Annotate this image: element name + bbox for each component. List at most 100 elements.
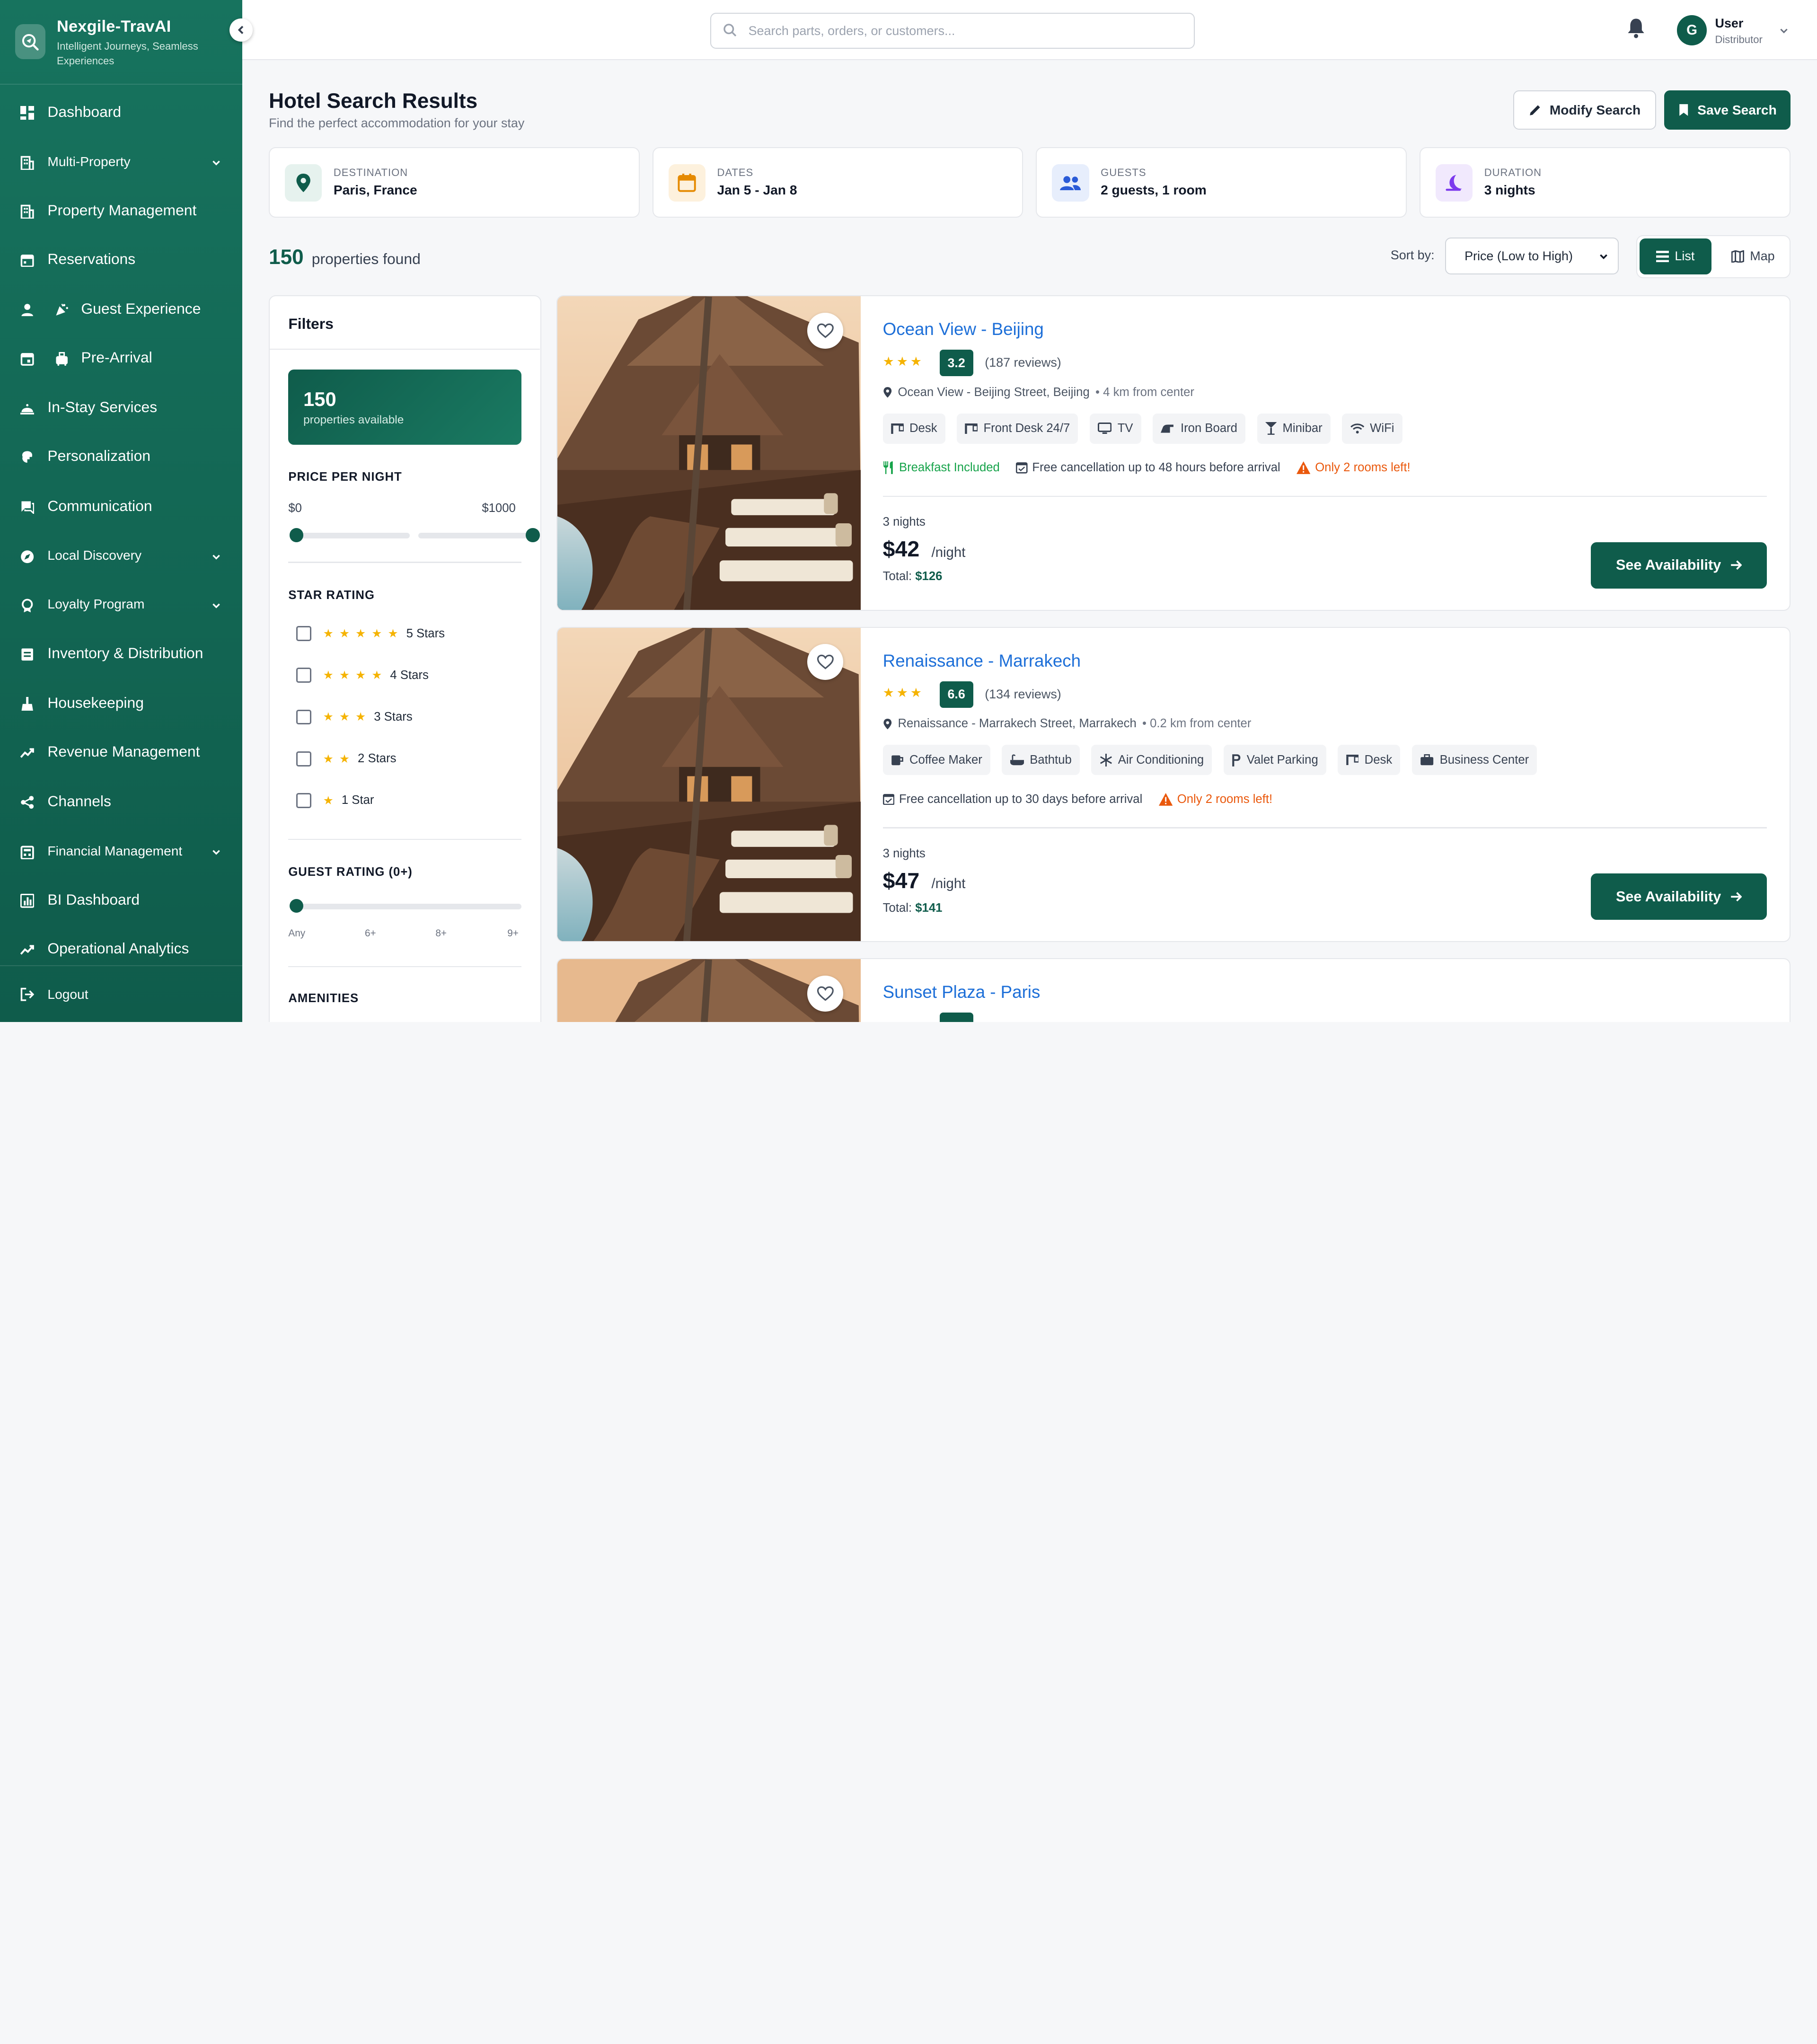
- price-slider-min-thumb[interactable]: [289, 528, 304, 542]
- sidebar-item-financial-management[interactable]: Financial Management: [0, 832, 242, 871]
- favorite-button[interactable]: [807, 975, 844, 1012]
- price-slider-track-max[interactable]: [418, 533, 533, 539]
- calendar-check-icon: [1016, 462, 1028, 474]
- user-name[interactable]: User: [1715, 16, 1744, 31]
- star-option-4[interactable]: ★★★★ 4 Stars: [296, 666, 429, 685]
- price-slider-track-min[interactable]: [291, 533, 410, 539]
- bathtub-icon: [1010, 754, 1024, 766]
- sidebar-item-pre-arrival[interactable]: Pre-Arrival: [0, 338, 242, 378]
- dates-label: DATES: [717, 167, 754, 179]
- share-icon: [20, 795, 35, 810]
- brand-name: Nexgile-TravAI: [57, 17, 171, 35]
- amenity-tag: Business Center: [1411, 745, 1537, 775]
- star-option-5[interactable]: ★★★★★ 5 Stars: [296, 625, 445, 643]
- service-bell-icon: [20, 401, 35, 416]
- hotel-address: Ocean View - Beijing Street, Beijing • 4…: [883, 386, 1194, 399]
- save-search-label: Save Search: [1697, 102, 1777, 117]
- sidebar-item-label: Property Management: [47, 202, 197, 219]
- list-view-button[interactable]: List: [1639, 238, 1711, 274]
- chevron-down-icon: [212, 555, 220, 560]
- hotel-card[interactable]: Renaissance - Marrakech ★★★ 6.6 (134 rev…: [556, 626, 1791, 943]
- scarcity-label: Only 2 rooms left!: [1315, 461, 1411, 475]
- guest-rating-slider-track[interactable]: [291, 903, 521, 909]
- hotel-card[interactable]: Ocean View - Beijing ★★★ 3.2 (187 review…: [556, 295, 1791, 611]
- sidebar-item-bi-dashboard[interactable]: BI Dashboard: [0, 881, 242, 920]
- checkbox[interactable]: [296, 626, 312, 642]
- hotel-name[interactable]: Ocean View - Beijing: [883, 319, 1044, 339]
- global-search[interactable]: [710, 12, 1195, 49]
- see-availability-label: See Availability: [1615, 888, 1721, 905]
- sidebar-item-label: Channels: [47, 793, 111, 810]
- chevron-down-icon[interactable]: [1779, 26, 1789, 36]
- notification-bell-icon[interactable]: [1627, 18, 1645, 38]
- sidebar-item-property-management[interactable]: Property Management: [0, 191, 242, 230]
- inventory-icon: [20, 647, 35, 662]
- sort-select[interactable]: Price (Low to High): [1445, 238, 1619, 275]
- sidebar-item-dashboard[interactable]: Dashboard: [0, 93, 242, 132]
- guest-rating-tick: 8+: [435, 928, 447, 939]
- hotel-name[interactable]: Sunset Plaza - Paris: [883, 982, 1041, 1002]
- review-count: (134 reviews): [985, 687, 1061, 701]
- save-search-button[interactable]: Save Search: [1664, 90, 1791, 130]
- trend-icon: [20, 745, 35, 760]
- guests-value: 2 guests, 1 room: [1101, 183, 1207, 198]
- favorite-button[interactable]: [807, 312, 844, 349]
- sidebar-item-personalization[interactable]: Personalization: [0, 437, 242, 476]
- checkbox[interactable]: [296, 668, 312, 683]
- amenity-label: WiFi: [1370, 422, 1394, 435]
- see-availability-button[interactable]: See Availability: [1591, 873, 1767, 920]
- sidebar-item-housekeeping[interactable]: Housekeeping: [0, 684, 242, 723]
- price-slider-max-thumb[interactable]: [526, 528, 540, 542]
- sidebar-item-reservations[interactable]: Reservations: [0, 240, 242, 279]
- price-filter-title: PRICE PER NIGHT: [288, 470, 402, 484]
- sidebar-collapse-button[interactable]: [229, 18, 253, 42]
- hotel-stars-icon: ★★★: [882, 354, 924, 369]
- guest-rating-slider-thumb[interactable]: [289, 899, 304, 913]
- sidebar-item-inventory-distribution[interactable]: Inventory & Distribution: [0, 634, 242, 673]
- cocktail-icon: [1265, 422, 1277, 435]
- avatar[interactable]: G: [1676, 15, 1707, 45]
- divider: [882, 495, 1767, 497]
- star-option-3[interactable]: ★★★ 3 Stars: [296, 708, 413, 726]
- sidebar-item-label: Reservations: [47, 250, 136, 267]
- sidebar-item-loyalty-program[interactable]: Loyalty Program: [0, 585, 242, 625]
- sidebar-item-local-discovery[interactable]: Local Discovery: [0, 537, 242, 576]
- sidebar-item-revenue-management[interactable]: Revenue Management: [0, 732, 242, 772]
- destination-card: DESTINATION Paris, France: [269, 147, 640, 218]
- dates-value: Jan 5 - Jan 8: [717, 183, 797, 198]
- hotel-name[interactable]: Renaissance - Marrakech: [883, 651, 1081, 671]
- modify-search-button[interactable]: Modify Search: [1513, 90, 1656, 130]
- star-option-2[interactable]: ★★ 2 Stars: [296, 749, 396, 768]
- sort-selected-value: Price (Low to High): [1464, 249, 1573, 264]
- star-option-1[interactable]: ★ 1 Star: [296, 791, 374, 810]
- map-icon: [1731, 250, 1745, 263]
- search-input[interactable]: [748, 20, 1177, 42]
- amenities-list: Coffee Maker Bathtub Air Conditioning Va…: [882, 745, 1537, 775]
- favorite-button[interactable]: [807, 644, 844, 680]
- sidebar-item-multi-property[interactable]: Multi-Property: [0, 142, 242, 182]
- bar-chart-icon: [20, 893, 35, 908]
- checkbox[interactable]: [296, 709, 312, 725]
- sidebar-item-guest-experience[interactable]: Guest Experience: [0, 290, 242, 329]
- checkbox[interactable]: [296, 751, 312, 766]
- address-text: Ocean View - Beijing Street, Beijing: [898, 386, 1090, 399]
- map-view-button[interactable]: Map: [1718, 238, 1788, 274]
- checkbox[interactable]: [296, 793, 312, 808]
- guest-rating-title: GUEST RATING (0+): [288, 865, 413, 879]
- logout-button[interactable]: Logout: [0, 965, 242, 1022]
- page-title: Hotel Search Results: [269, 89, 478, 113]
- amenity-label: Business Center: [1439, 753, 1529, 766]
- see-availability-button[interactable]: See Availability: [1591, 542, 1767, 589]
- sidebar-item-communication[interactable]: Communication: [0, 487, 242, 526]
- desk-icon: [965, 423, 978, 434]
- sidebar-item-label: Revenue Management: [47, 742, 200, 760]
- amenity-tag: Desk: [1338, 745, 1401, 775]
- wifi-icon: [1350, 423, 1364, 433]
- stay-nights: 3 nights: [882, 846, 926, 860]
- destination-label: DESTINATION: [333, 167, 408, 179]
- sidebar-item-channels[interactable]: Channels: [0, 782, 242, 821]
- hotel-card[interactable]: Sunset Plaza - Paris: [556, 958, 1791, 1022]
- sidebar-item-operational-analytics[interactable]: Operational Analytics: [0, 929, 242, 969]
- sidebar-item-in-stay-services[interactable]: In-Stay Services: [0, 388, 242, 427]
- stars-icon: ★★★: [323, 711, 372, 724]
